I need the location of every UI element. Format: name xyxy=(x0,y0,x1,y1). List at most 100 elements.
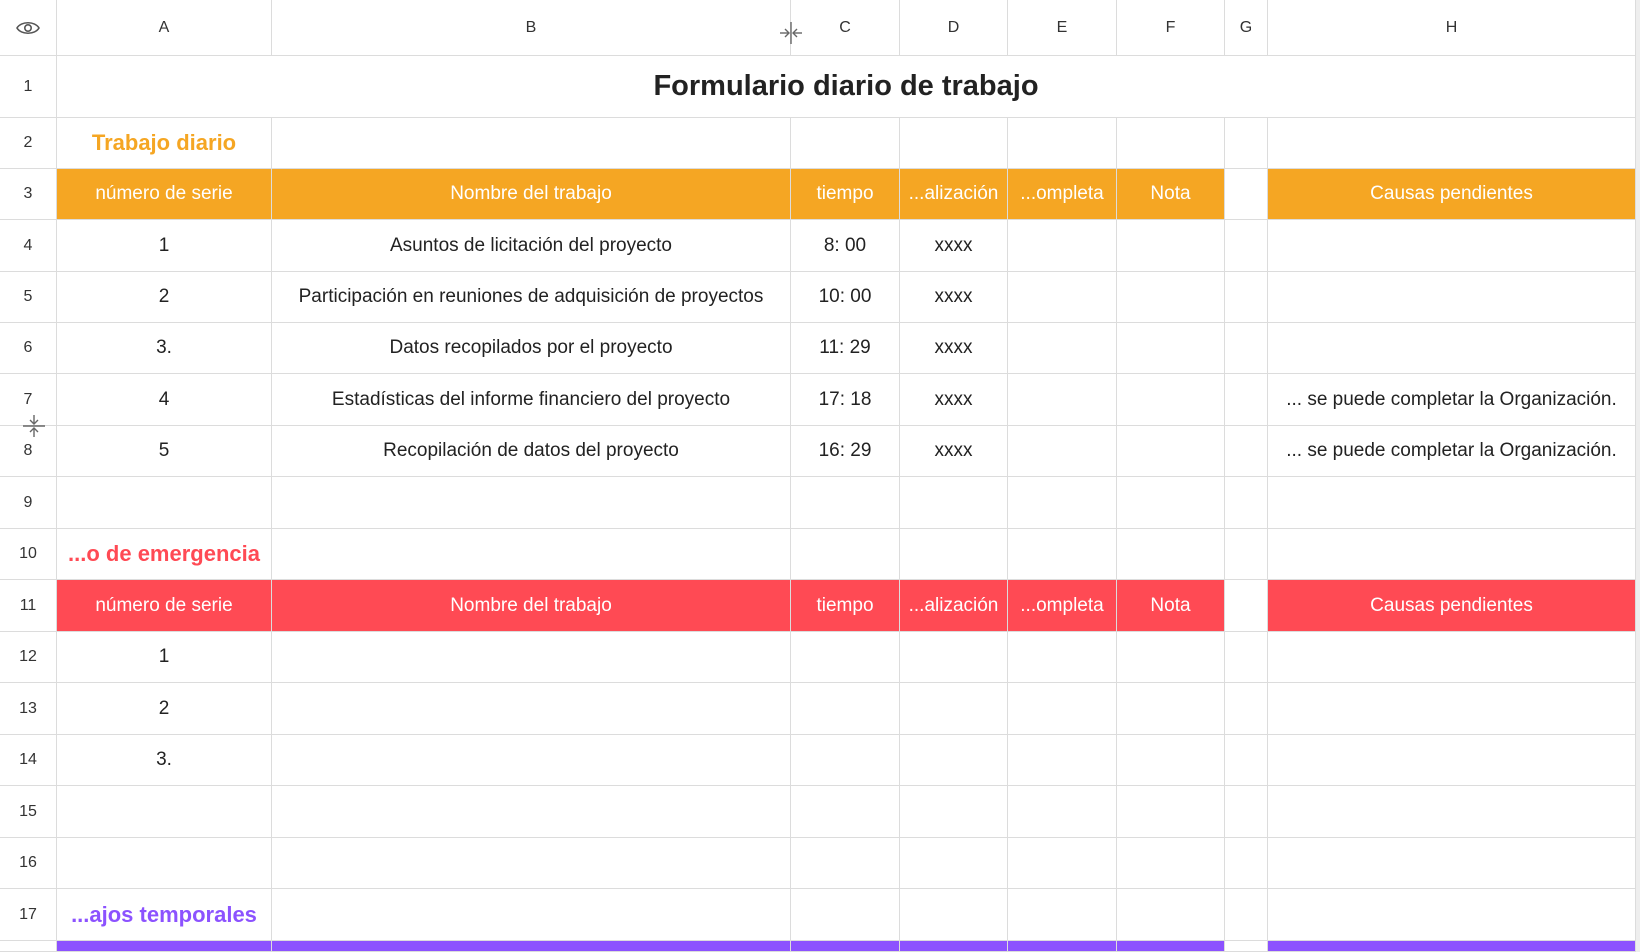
cell[interactable] xyxy=(1117,477,1225,529)
cell[interactable] xyxy=(900,683,1008,735)
header-strip-temporary[interactable] xyxy=(1117,941,1225,952)
cell[interactable] xyxy=(272,477,791,529)
header-realization[interactable]: ...alización xyxy=(900,169,1008,220)
table-cell-pending[interactable] xyxy=(1268,323,1636,374)
cell[interactable] xyxy=(272,735,791,786)
table-cell-realization[interactable]: xxxx xyxy=(900,272,1008,323)
row-header[interactable]: 5 xyxy=(0,272,57,323)
table-cell-serial[interactable]: 5 xyxy=(57,426,272,477)
table-cell-realization[interactable]: xxxx xyxy=(900,374,1008,426)
row-header[interactable]: 6 xyxy=(0,323,57,374)
cell[interactable] xyxy=(1268,632,1636,683)
row-header[interactable]: 1 xyxy=(0,56,57,118)
cell[interactable] xyxy=(1008,426,1117,477)
sheet-title[interactable]: Formulario diario de trabajo xyxy=(57,56,1636,118)
cell[interactable] xyxy=(1225,786,1268,838)
cell[interactable] xyxy=(1117,632,1225,683)
row-header[interactable]: 15 xyxy=(0,786,57,838)
cell[interactable] xyxy=(1268,683,1636,735)
cell[interactable] xyxy=(1008,889,1117,941)
table-cell-pending[interactable] xyxy=(1268,220,1636,272)
cell[interactable] xyxy=(900,529,1008,580)
header-name[interactable]: Nombre del trabajo xyxy=(272,169,791,220)
cell[interactable] xyxy=(1117,529,1225,580)
cell[interactable] xyxy=(1268,889,1636,941)
cell[interactable] xyxy=(1008,220,1117,272)
table-cell-serial[interactable]: 1 xyxy=(57,220,272,272)
cell[interactable] xyxy=(1268,118,1636,169)
row-header[interactable]: 9 xyxy=(0,477,57,529)
header-pending[interactable]: Causas pendientes xyxy=(1268,580,1636,632)
cell[interactable] xyxy=(900,477,1008,529)
table-cell-pending[interactable]: ... se puede completar la Organización. xyxy=(1268,426,1636,477)
table-cell-serial[interactable]: 4 xyxy=(57,374,272,426)
header-strip-temporary[interactable] xyxy=(1268,941,1636,952)
table-cell-name[interactable]: Asuntos de licitación del proyecto xyxy=(272,220,791,272)
table-cell-time[interactable]: 8: 00 xyxy=(791,220,900,272)
header-time[interactable]: tiempo xyxy=(791,580,900,632)
table-cell-name[interactable]: Datos recopilados por el proyecto xyxy=(272,323,791,374)
table-cell-serial[interactable]: 3. xyxy=(57,735,272,786)
cell[interactable] xyxy=(1008,683,1117,735)
cell[interactable] xyxy=(1117,889,1225,941)
cell[interactable] xyxy=(1268,529,1636,580)
cell[interactable] xyxy=(272,889,791,941)
header-pending[interactable]: Causas pendientes xyxy=(1268,169,1636,220)
cell[interactable] xyxy=(1225,632,1268,683)
cell[interactable] xyxy=(57,477,272,529)
cell[interactable] xyxy=(900,786,1008,838)
table-cell-time[interactable]: 16: 29 xyxy=(791,426,900,477)
cell[interactable] xyxy=(1117,272,1225,323)
row-header[interactable]: 11 xyxy=(0,580,57,632)
cell[interactable] xyxy=(1008,786,1117,838)
row-header[interactable]: 17 xyxy=(0,889,57,941)
section-label-temporary[interactable]: ...ajos temporales xyxy=(57,889,272,941)
header-strip-temporary[interactable] xyxy=(57,941,272,952)
row-header[interactable]: 13 xyxy=(0,683,57,735)
cell[interactable] xyxy=(1117,838,1225,889)
eye-toggle[interactable] xyxy=(0,0,57,56)
cell[interactable] xyxy=(1225,580,1268,632)
header-complete[interactable]: ...ompleta xyxy=(1008,169,1117,220)
row-header[interactable]: 14 xyxy=(0,735,57,786)
table-cell-pending[interactable]: ... se puede completar la Organización. xyxy=(1268,374,1636,426)
cell[interactable] xyxy=(1008,272,1117,323)
cell[interactable] xyxy=(1225,220,1268,272)
header-realization[interactable]: ...alización xyxy=(900,580,1008,632)
row-resize-handle[interactable] xyxy=(21,413,47,439)
cell[interactable] xyxy=(1117,786,1225,838)
cell[interactable] xyxy=(1225,477,1268,529)
table-cell-name[interactable]: Recopilación de datos del proyecto xyxy=(272,426,791,477)
row-header[interactable] xyxy=(0,941,57,952)
column-header-b[interactable]: B xyxy=(272,0,791,56)
cell[interactable] xyxy=(1225,683,1268,735)
cell[interactable] xyxy=(1225,323,1268,374)
cell[interactable] xyxy=(1117,220,1225,272)
cell[interactable] xyxy=(1225,118,1268,169)
row-header[interactable]: 12 xyxy=(0,632,57,683)
cell[interactable] xyxy=(1225,941,1268,952)
column-header-e[interactable]: E xyxy=(1008,0,1117,56)
header-complete[interactable]: ...ompleta xyxy=(1008,580,1117,632)
cell[interactable] xyxy=(791,735,900,786)
cell[interactable] xyxy=(1008,118,1117,169)
table-cell-name[interactable]: Participación en reuniones de adquisició… xyxy=(272,272,791,323)
row-header[interactable]: 16 xyxy=(0,838,57,889)
table-cell-pending[interactable] xyxy=(1268,272,1636,323)
header-strip-temporary[interactable] xyxy=(900,941,1008,952)
cell[interactable] xyxy=(1117,426,1225,477)
table-cell-serial[interactable]: 2 xyxy=(57,683,272,735)
table-cell-time[interactable]: 11: 29 xyxy=(791,323,900,374)
cell[interactable] xyxy=(900,889,1008,941)
column-header-a[interactable]: A xyxy=(57,0,272,56)
table-cell-realization[interactable]: xxxx xyxy=(900,426,1008,477)
cell[interactable] xyxy=(1008,529,1117,580)
row-header[interactable]: 3 xyxy=(0,169,57,220)
table-cell-serial[interactable]: 2 xyxy=(57,272,272,323)
cell[interactable] xyxy=(791,838,900,889)
cell[interactable] xyxy=(272,786,791,838)
cell[interactable] xyxy=(1225,838,1268,889)
column-header-g[interactable]: G xyxy=(1225,0,1268,56)
header-strip-temporary[interactable] xyxy=(272,941,791,952)
table-cell-realization[interactable]: xxxx xyxy=(900,220,1008,272)
